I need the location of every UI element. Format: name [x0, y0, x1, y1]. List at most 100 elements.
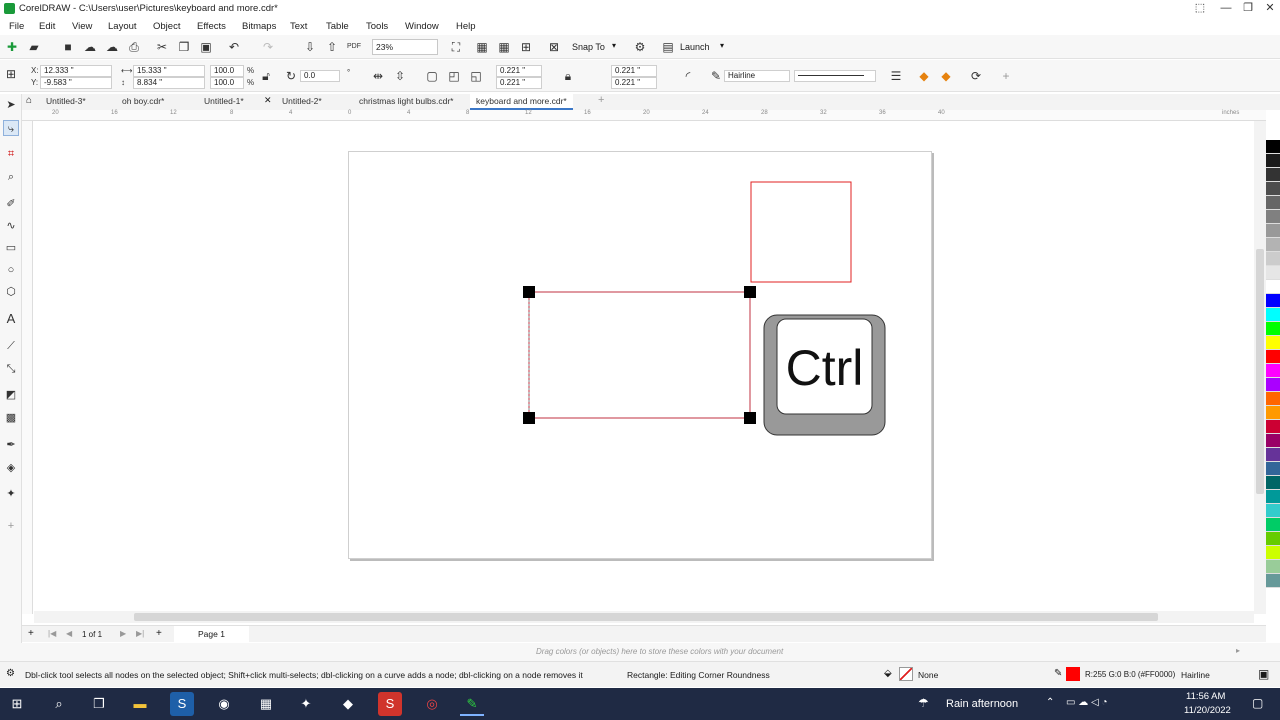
menu-window[interactable]: Window — [405, 21, 439, 32]
lock-corners-icon[interactable]: 🔒︎ — [560, 68, 576, 84]
add-tool-icon[interactable]: + — [3, 518, 19, 534]
weather-text[interactable]: Rain afternoon — [946, 698, 1018, 710]
file-explorer-icon[interactable]: ▬ — [128, 692, 152, 716]
grid-icon[interactable]: ▦ — [496, 39, 512, 55]
menu-view[interactable]: View — [72, 21, 92, 32]
interactive-fill-icon[interactable]: ◈ — [3, 460, 19, 476]
palette-swatch[interactable] — [1266, 294, 1280, 308]
palette-swatch[interactable] — [1266, 350, 1280, 364]
palette-swatch[interactable] — [1266, 518, 1280, 532]
polygon-tool-icon[interactable]: ⬡ — [3, 284, 19, 300]
relative-corner-scaling-icon[interactable]: ◜ — [680, 68, 696, 84]
palette-swatch[interactable] — [1266, 392, 1280, 406]
launch-icon[interactable]: ▤ — [660, 39, 676, 55]
smart-fill-icon[interactable]: ✦ — [3, 486, 19, 502]
mirror-vertical-icon[interactable]: ⇳ — [392, 68, 408, 84]
menu-table[interactable]: Table — [326, 21, 349, 32]
corner-radius-bottom-right[interactable]: 0.221 " — [611, 77, 657, 89]
redo-icon[interactable]: ↷ — [260, 39, 276, 55]
ellipse-tool-icon[interactable]: ○ — [3, 262, 19, 278]
import-icon[interactable]: ⇩ — [302, 39, 318, 55]
chevron-up-icon[interactable]: ⌃ — [1046, 697, 1054, 708]
close-tab-icon[interactable]: ✕ — [264, 95, 272, 106]
palette-swatch[interactable] — [1266, 448, 1280, 462]
palette-swatch[interactable] — [1266, 308, 1280, 322]
palette-swatch[interactable] — [1266, 336, 1280, 350]
menu-effects[interactable]: Effects — [197, 21, 226, 32]
freehand-tool-icon[interactable]: ✐ — [3, 196, 19, 212]
menu-edit[interactable]: Edit — [39, 21, 55, 32]
zoom-level-select[interactable]: 23% — [372, 39, 438, 55]
app-s-icon[interactable]: S — [170, 692, 194, 716]
app-icon[interactable]: ✦ — [294, 692, 318, 716]
windows-start-icon[interactable]: ⊞ — [5, 692, 29, 716]
transparency-icon[interactable]: ▩ — [3, 410, 19, 426]
rulers-icon[interactable]: ▦ — [474, 39, 490, 55]
corner-radius-top-left[interactable]: 0.221 " — [496, 65, 542, 77]
add-page-icon[interactable]: + — [156, 628, 162, 639]
tab-keyboard-and-more[interactable]: keyboard and more.cdr* — [470, 94, 573, 110]
line-style-select[interactable] — [794, 70, 876, 82]
palette-swatch[interactable] — [1266, 224, 1280, 238]
app-red-s-icon[interactable]: S — [378, 692, 402, 716]
prev-page-icon[interactable]: ◀ — [66, 629, 72, 638]
connector-tool-icon[interactable]: ⤡ — [3, 361, 19, 377]
object-origin-icon[interactable]: ⊞ — [3, 66, 19, 82]
open-icon[interactable]: ▰ — [26, 39, 42, 55]
menu-help[interactable]: Help — [456, 21, 476, 32]
to-front-icon[interactable]: ◆ — [916, 68, 932, 84]
menu-text[interactable]: Text — [290, 21, 307, 32]
restore-button[interactable]: ❐ — [1240, 1, 1256, 16]
chevron-down-icon[interactable]: ▾ — [720, 41, 724, 50]
wrap-text-icon[interactable]: ☰ — [888, 68, 904, 84]
help-icon[interactable]: ⬚ — [1192, 1, 1208, 16]
palette-swatch[interactable] — [1266, 490, 1280, 504]
save-icon[interactable]: ■ — [60, 39, 76, 55]
page-tab[interactable]: Page 1 — [174, 626, 249, 642]
notification-icon[interactable]: ▢ — [1252, 696, 1263, 710]
palette-swatch[interactable] — [1266, 182, 1280, 196]
palette-swatch[interactable] — [1266, 140, 1280, 154]
height-field[interactable]: 8.834 " — [133, 77, 205, 89]
guidelines-icon[interactable]: ⊞ — [518, 39, 534, 55]
chrome-icon[interactable]: ◎ — [420, 692, 444, 716]
cloud-icon[interactable]: ☁ — [82, 39, 98, 55]
pick-tool-icon[interactable]: ➤ — [3, 97, 19, 113]
mirror-horizontal-icon[interactable]: ⇹ — [370, 68, 386, 84]
rotate-icon[interactable]: ↻ — [283, 68, 299, 84]
artistic-media-icon[interactable]: ∿ — [3, 218, 19, 234]
weather-icon[interactable]: ☂ — [918, 696, 929, 710]
palette-swatch[interactable] — [1266, 364, 1280, 378]
x-position-field[interactable]: 12.333 " — [40, 65, 112, 77]
horizontal-scroll-thumb[interactable] — [134, 613, 1158, 621]
first-page-icon[interactable]: |◀ — [48, 629, 56, 638]
next-page-icon[interactable]: ▶ — [120, 629, 126, 638]
minimize-button[interactable]: — — [1218, 1, 1234, 16]
last-page-icon[interactable]: ▶| — [136, 629, 144, 638]
full-screen-icon[interactable]: ⛶ — [448, 39, 464, 55]
palette-swatch[interactable] — [1266, 420, 1280, 434]
palette-swatch[interactable] — [1266, 168, 1280, 182]
palette-scroll-icon[interactable]: ▸ — [1236, 646, 1240, 655]
fill-swatch[interactable] — [899, 667, 913, 681]
home-icon[interactable]: ⌂ — [26, 95, 32, 106]
palette-swatch[interactable] — [1266, 280, 1280, 294]
palette-swatch[interactable] — [1266, 574, 1280, 588]
menu-layout[interactable]: Layout — [108, 21, 137, 32]
rectangle-tool-icon[interactable]: ▭ — [3, 240, 19, 256]
monitor-icon[interactable]: ▣ — [1258, 667, 1269, 681]
launch-dropdown[interactable]: Launch — [680, 42, 710, 52]
width-field[interactable]: 15.333 " — [133, 65, 205, 77]
gear-icon[interactable]: ⚙ — [6, 668, 15, 679]
cloud-upload-icon[interactable]: ☁ — [104, 39, 120, 55]
eyedropper-icon[interactable]: ✒ — [3, 437, 19, 453]
y-position-field[interactable]: -9.583 " — [40, 77, 112, 89]
parallel-dimension-icon[interactable]: ⟋ — [3, 338, 19, 354]
chevron-down-icon[interactable]: ▾ — [612, 41, 616, 50]
corner-radius-bottom-left[interactable]: 0.221 " — [496, 77, 542, 89]
copy-icon[interactable]: ❐ — [176, 39, 192, 55]
vertical-scrollbar[interactable] — [1254, 121, 1266, 614]
tray-icons[interactable]: ▭ ☁ ◁ ◔ — [1066, 697, 1108, 708]
zoom-tool-icon[interactable]: ⌕ — [3, 169, 19, 185]
corner-radius-top-right[interactable]: 0.221 " — [611, 65, 657, 77]
